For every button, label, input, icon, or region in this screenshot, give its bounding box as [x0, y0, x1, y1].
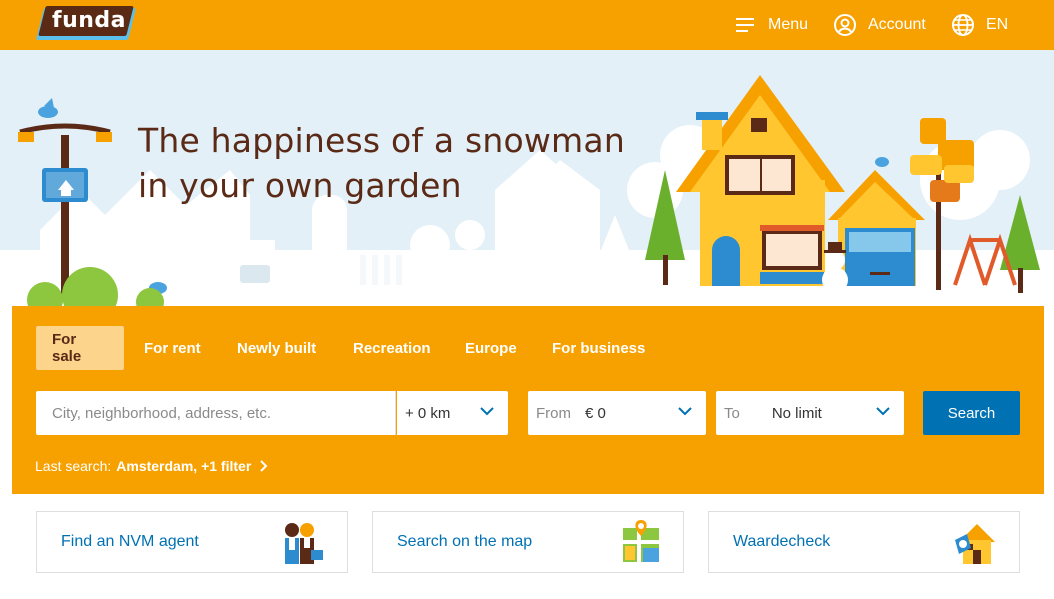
last-search-label: Last search:	[35, 458, 112, 474]
account-button[interactable]: Account	[834, 0, 926, 50]
price-from-select[interactable]: From € 0	[528, 391, 706, 435]
tab-newly-built[interactable]: Newly built	[237, 326, 316, 370]
house-value-icon	[955, 524, 995, 564]
hero-banner: The happiness of a snowman in your own g…	[0, 50, 1054, 306]
tab-europe[interactable]: Europe	[465, 326, 517, 370]
chevron-right-icon	[260, 460, 268, 472]
hero-headline: The happiness of a snowman in your own g…	[138, 118, 625, 208]
menu-icon	[736, 18, 754, 32]
map-icon	[623, 520, 659, 562]
tab-label: For rent	[144, 339, 201, 357]
hero-headline-line2: in your own garden	[138, 166, 462, 205]
menu-button[interactable]: Menu	[736, 0, 808, 50]
search-button[interactable]: Search	[923, 391, 1020, 435]
card-find-agent[interactable]: Find an NVM agent	[36, 511, 348, 573]
logo-text: funda	[52, 8, 126, 33]
search-button-label: Search	[947, 404, 996, 422]
location-search-input[interactable]: City, neighborhood, address, etc.	[36, 391, 396, 435]
chevron-down-icon	[678, 407, 692, 416]
radius-select[interactable]: + 0 km	[397, 391, 508, 435]
price-to-select[interactable]: To No limit	[716, 391, 904, 435]
card-search-map[interactable]: Search on the map	[372, 511, 684, 573]
tab-recreation[interactable]: Recreation	[353, 326, 431, 370]
card-waardecheck[interactable]: Waardecheck	[708, 511, 1020, 573]
tab-label: Newly built	[237, 339, 317, 357]
last-search-value: Amsterdam, +1 filter	[116, 458, 252, 474]
price-to-value: No limit	[771, 404, 822, 422]
radius-value: + 0 km	[405, 404, 451, 422]
hero-headline-line1: The happiness of a snowman	[138, 121, 625, 160]
price-from-value: € 0	[585, 404, 606, 422]
tab-label: For business	[552, 339, 646, 357]
tab-label: Europe	[465, 339, 517, 357]
location-placeholder: City, neighborhood, address, etc.	[52, 404, 272, 422]
chevron-down-icon	[876, 407, 890, 416]
tab-for-business[interactable]: For business	[552, 326, 645, 370]
account-icon	[834, 14, 856, 36]
chevron-down-icon	[480, 407, 494, 416]
tab-label: For sale	[52, 331, 82, 365]
price-to-label: To	[724, 404, 740, 422]
language-button[interactable]: EN	[952, 0, 1008, 50]
card-label: Find an NVM agent	[61, 533, 199, 550]
last-search-link[interactable]: Last search: Amsterdam, +1 filter	[35, 458, 269, 474]
top-bar: funda Menu Account EN	[0, 0, 1054, 50]
tab-for-sale[interactable]: For sale	[36, 326, 124, 370]
language-label: EN	[986, 16, 1009, 33]
card-label: Waardecheck	[733, 533, 831, 550]
account-label: Account	[868, 16, 926, 33]
globe-icon	[952, 14, 974, 36]
tab-for-rent[interactable]: For rent	[144, 326, 201, 370]
card-label: Search on the map	[397, 533, 533, 550]
menu-label: Menu	[768, 16, 809, 33]
tab-label: Recreation	[353, 339, 431, 357]
price-from-label: From	[536, 404, 571, 422]
funda-logo[interactable]: funda	[36, 6, 136, 42]
agents-icon	[285, 523, 323, 564]
